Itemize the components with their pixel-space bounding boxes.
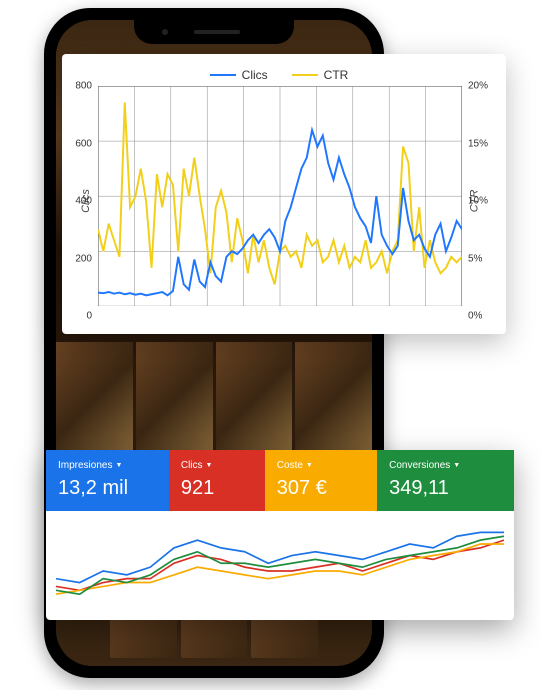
metric-conversiones[interactable]: Conversiones▼ 349,11 <box>377 450 514 511</box>
legend-item-clics: Clics <box>210 68 268 82</box>
metrics-card: Impresiones▼ 13,2 mil Clics▼ 921 Coste▼ … <box>46 450 514 620</box>
phone-notch <box>134 20 294 44</box>
metrics-row: Impresiones▼ 13,2 mil Clics▼ 921 Coste▼ … <box>46 450 514 511</box>
metric-value: 307 € <box>277 477 365 500</box>
metric-value: 921 <box>181 477 253 500</box>
chevron-down-icon: ▼ <box>306 462 313 469</box>
sparkline-svg <box>56 517 504 610</box>
metric-impresiones[interactable]: Impresiones▼ 13,2 mil <box>46 450 169 511</box>
metric-value: 349,11 <box>389 477 502 500</box>
metric-value: 13,2 mil <box>58 477 157 500</box>
photo-grid <box>56 342 372 458</box>
sparkline-area <box>46 511 514 620</box>
chart-plot: Clics CTR 0200400600800 0%5%10%15%20% <box>98 86 462 316</box>
legend-item-ctr: CTR <box>292 68 349 82</box>
metric-coste[interactable]: Coste▼ 307 € <box>265 450 377 511</box>
chart-legend: Clics CTR <box>70 68 488 82</box>
chart-card: Clics CTR Clics CTR 0200400600800 0%5%10… <box>62 54 506 334</box>
chevron-down-icon: ▼ <box>206 462 213 469</box>
chevron-down-icon: ▼ <box>115 462 122 469</box>
chevron-down-icon: ▼ <box>453 462 460 469</box>
chart-svg <box>98 86 462 306</box>
metric-clics[interactable]: Clics▼ 921 <box>169 450 265 511</box>
